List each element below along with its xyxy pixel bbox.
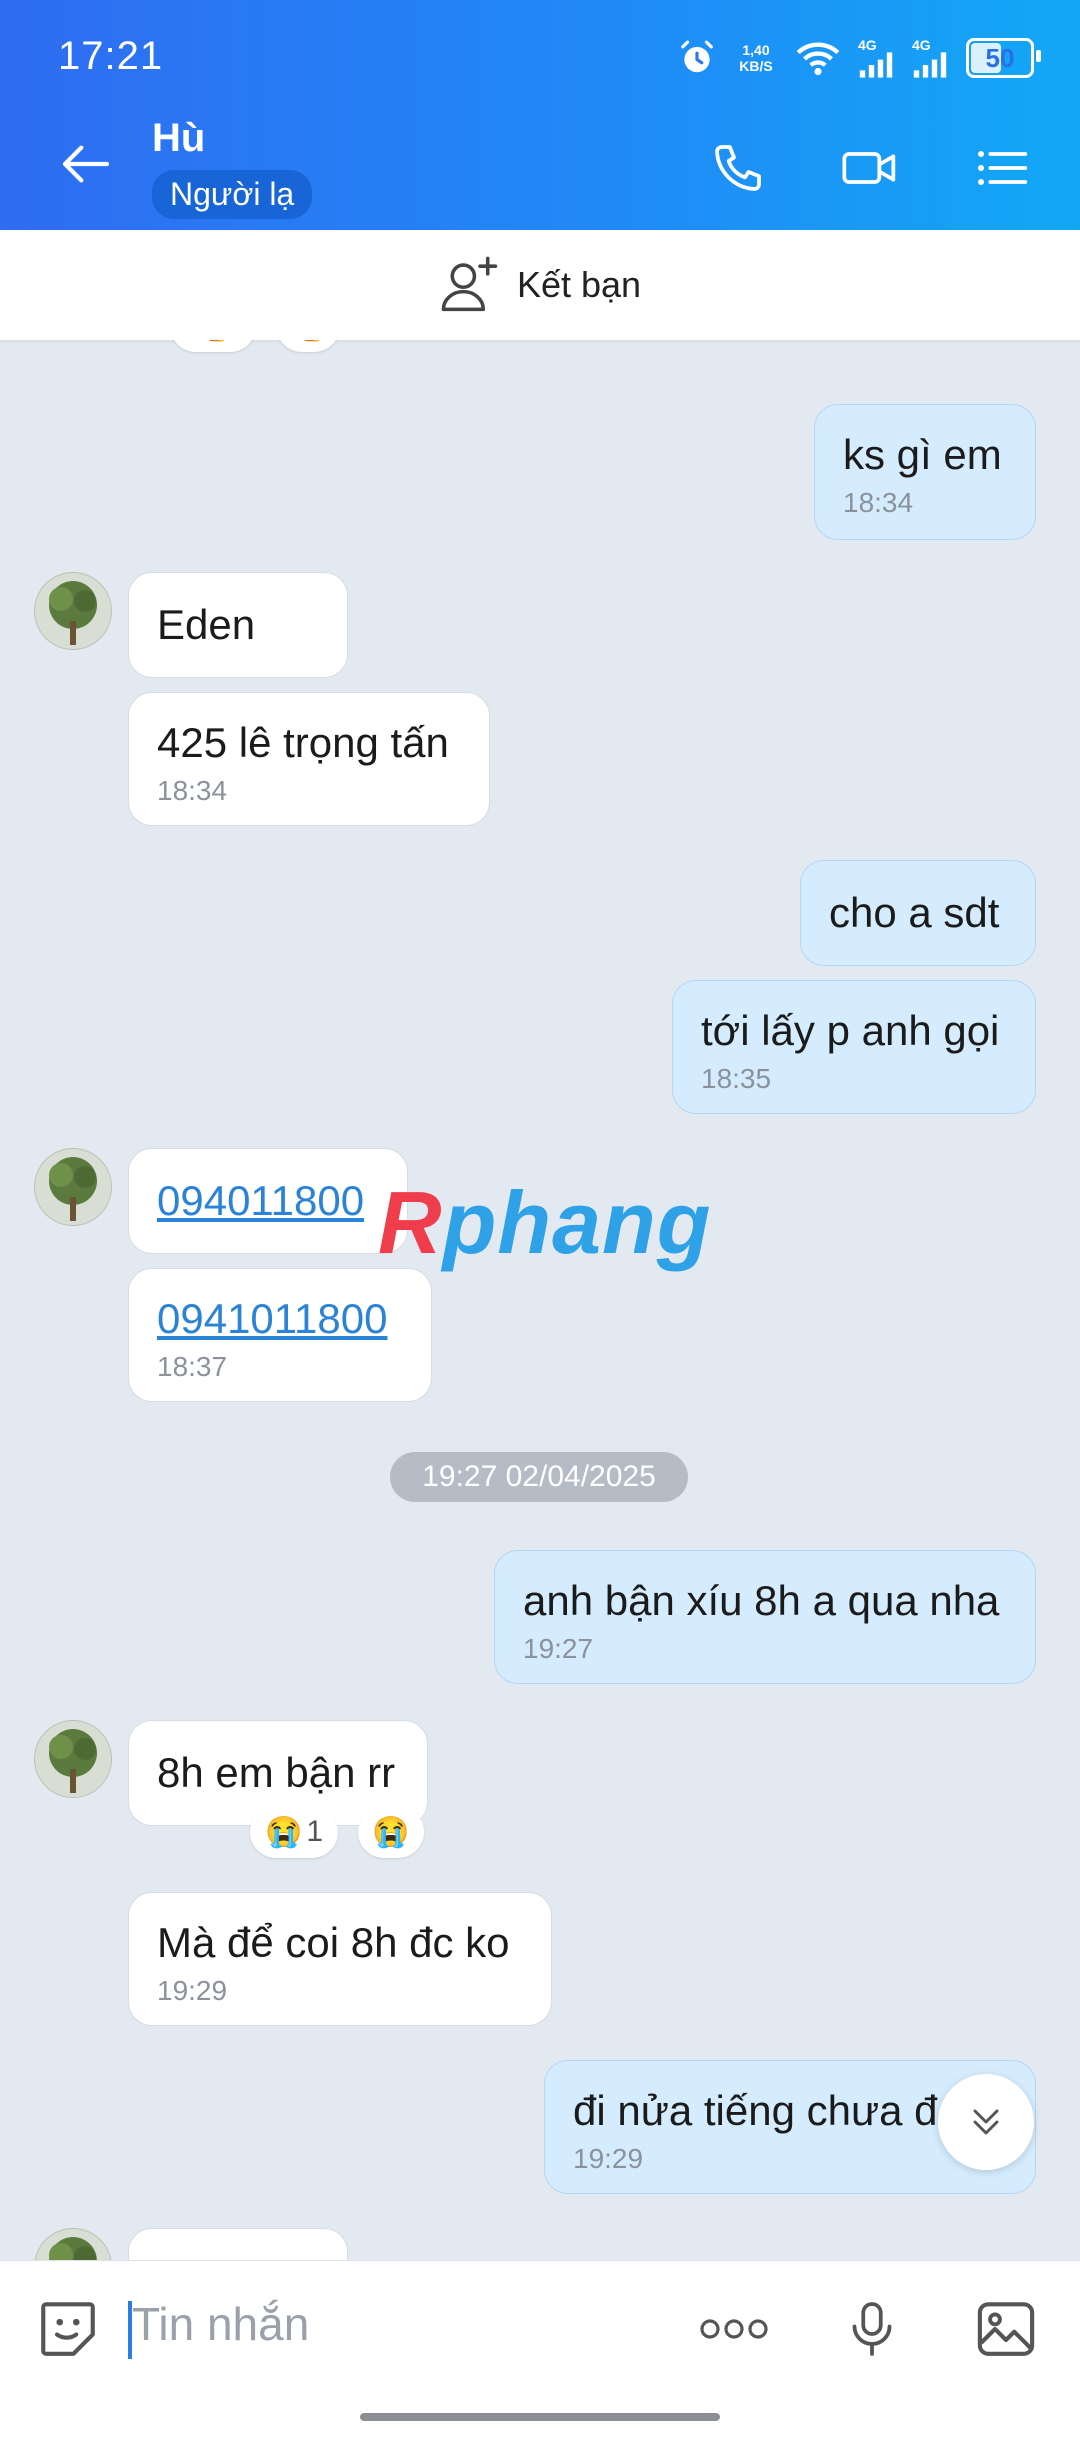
list-menu-icon	[977, 150, 1028, 186]
smiley-sticker-icon	[41, 2302, 95, 2356]
message-time: 19:29	[573, 2143, 644, 2174]
tree-avatar-image	[35, 1721, 111, 1797]
contact-name[interactable]: Hù	[152, 116, 205, 161]
message-text: Mà để coi 8h đc ko	[157, 1919, 510, 1966]
signal-2: 4G	[912, 38, 948, 78]
message-time: 19:29	[157, 1975, 228, 2006]
message-bubble-outgoing[interactable]: ks gì em 18:34	[814, 404, 1036, 540]
image-gallery-icon	[977, 2302, 1035, 2356]
message-bubble-outgoing[interactable]: tới lấy p anh gọi 18:35	[672, 980, 1036, 1114]
phone-number-link[interactable]: 094011800	[157, 1175, 379, 1227]
reaction-button[interactable]: 😭	[358, 1806, 424, 1858]
signal-1: 4G	[858, 38, 894, 78]
battery-icon: 50	[966, 38, 1041, 78]
message-text: 425 lê trọng tấn	[157, 719, 449, 766]
message-bubble-outgoing[interactable]: anh bận xíu 8h a qua nha 19:27	[494, 1550, 1036, 1684]
more-dots-icon	[700, 2319, 768, 2339]
message-text: tới lấy p anh gọi	[701, 1007, 1000, 1054]
back-button[interactable]	[58, 136, 114, 192]
reaction-chip[interactable]: 👍	[170, 340, 256, 352]
status-time: 17:21	[58, 34, 164, 78]
signal-icon	[913, 52, 947, 78]
message-bubble-incoming[interactable]: Mà để coi 8h đc ko 19:29	[128, 1892, 552, 2026]
date-separator: 19:27 02/04/2025	[390, 1452, 688, 1502]
image-picker-button[interactable]	[970, 2293, 1042, 2365]
message-text: cho a sdt	[829, 889, 1000, 936]
message-text: Eden	[157, 601, 256, 648]
sticker-button[interactable]	[32, 2293, 104, 2365]
tree-avatar-image	[35, 2229, 111, 2260]
phone-number-link[interactable]: 0941011800	[157, 1293, 403, 1345]
scroll-to-bottom-button[interactable]	[938, 2074, 1034, 2170]
message-bubble-incoming[interactable]: 425 lê trọng tấn 18:34	[128, 692, 490, 826]
message-bubble-incoming[interactable]: 0941011800 18:37	[128, 1268, 432, 1402]
message-text: ks gì em	[843, 431, 1002, 478]
reaction-count: 1	[306, 1815, 324, 1848]
reaction-count-chip[interactable]: 😭 1	[250, 1806, 338, 1858]
message-time: 18:34	[157, 775, 228, 806]
reaction-chip[interactable]: 👍	[276, 340, 340, 352]
message-text: anh bận xíu 8h a qua nha	[523, 1577, 1000, 1624]
more-options-button[interactable]	[698, 2293, 770, 2365]
avatar[interactable]	[34, 1148, 112, 1226]
message-time: 18:37	[157, 1351, 228, 1382]
watermark-logo: Rphang	[378, 1173, 712, 1272]
message-bubble-incoming[interactable]	[128, 2228, 348, 2260]
avatar[interactable]	[34, 2228, 112, 2260]
message-time: 18:35	[701, 1063, 772, 1094]
message-input-bar: Tin nhắn	[0, 2260, 1080, 2437]
alarm-icon	[681, 40, 713, 73]
avatar[interactable]	[34, 1720, 112, 1798]
message-bubble-outgoing[interactable]: cho a sdt	[800, 860, 1036, 966]
voice-call-button[interactable]	[706, 136, 770, 200]
chat-header: 17:21 1,40 KB/S 4G 4G 50 Hù Người lạ	[0, 0, 1080, 230]
message-list[interactable]: 👍 👍 ks gì em 18:34 Eden 425 lê trọng tấn…	[0, 340, 1080, 2260]
video-call-button[interactable]	[838, 136, 902, 200]
status-icons: 1,40 KB/S 4G 4G 50	[678, 34, 1041, 82]
message-time: 19:27	[523, 1633, 594, 1664]
video-camera-icon	[842, 152, 896, 184]
message-bubble-incoming[interactable]: Eden	[128, 572, 348, 678]
add-friend-bar[interactable]: Kết bạn	[0, 230, 1080, 340]
double-chevron-down-icon	[973, 2109, 999, 2135]
voice-message-button[interactable]	[836, 2293, 908, 2365]
microphone-icon	[852, 2302, 892, 2356]
menu-button[interactable]	[970, 136, 1034, 200]
add-friend-icon	[441, 256, 498, 312]
crying-emoji-icon: 😭	[372, 1815, 410, 1849]
crying-emoji-icon: 😭	[264, 1815, 303, 1849]
avatar[interactable]	[34, 572, 112, 650]
message-bubble-incoming[interactable]: 094011800	[128, 1148, 408, 1254]
network-speed: 1,40 KB/S	[739, 42, 773, 74]
message-time: 18:34	[843, 487, 914, 518]
phone-icon	[715, 145, 761, 191]
arrow-left-icon	[62, 145, 110, 183]
stranger-badge: Người lạ	[152, 170, 313, 219]
signal-icon	[859, 52, 893, 78]
message-input[interactable]: Tin nhắn	[132, 2297, 309, 2351]
add-friend-label: Kết bạn	[516, 264, 642, 305]
wifi-icon	[796, 42, 840, 76]
tree-avatar-image	[35, 1149, 111, 1225]
message-text: 8h em bận rr	[157, 1749, 396, 1796]
home-indicator[interactable]	[360, 2413, 720, 2421]
tree-avatar-image	[35, 573, 111, 649]
